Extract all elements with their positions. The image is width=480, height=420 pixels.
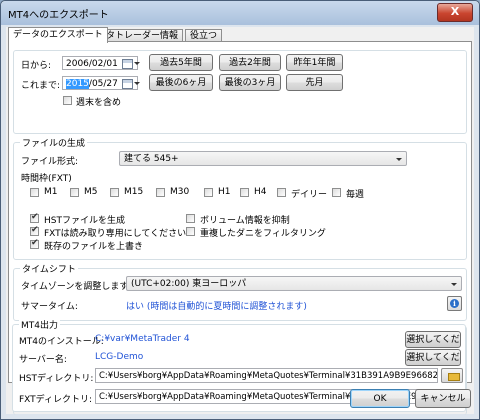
ok-button[interactable]: OK: [350, 389, 410, 408]
file-format-value: 建てる 545+: [124, 154, 179, 164]
dst-label: サマータイム:: [21, 302, 78, 312]
mt4-output-title: MT4出力: [19, 318, 60, 331]
fxt-dir-label: FXTディレクトリ:: [19, 395, 93, 405]
tab-data-export[interactable]: データのエクスポート: [8, 27, 108, 43]
timeframe-m15-label: M15: [124, 187, 144, 197]
chevron-down-icon: [451, 283, 457, 286]
timeframe-m15-checkbox[interactable]: [110, 188, 119, 197]
from-date-picker[interactable]: 2006/02/01: [62, 56, 140, 70]
overwrite-files-checkbox[interactable]: [30, 238, 39, 249]
timeframe-daily-checkbox[interactable]: [277, 188, 286, 197]
fxt-readonly-checkbox[interactable]: [30, 225, 39, 236]
date-range-group: 日から: 2006/02/01 過去5年間 過去2年間 昨年1年間 これまで: …: [13, 50, 467, 134]
cancel-button[interactable]: キャンセル: [415, 389, 471, 408]
title-bar[interactable]: MT4へのエクスポート X: [1, 1, 479, 25]
timeframes-label: 時間枠(FXT): [21, 174, 72, 184]
to-date-rest: /05/27: [88, 79, 118, 89]
window-title: MT4へのエクスポート: [8, 10, 109, 21]
timeframe-h1-checkbox[interactable]: [204, 188, 213, 197]
to-date-label: これまで:: [21, 81, 61, 91]
dialog-body: データのエクスポート メタトレーダー情報 役立つ 日から: 2006/02/01…: [6, 27, 474, 415]
last-2-years-button[interactable]: 過去2年間: [219, 54, 281, 71]
chevron-down-icon: [134, 62, 140, 65]
chevron-down-icon: [396, 158, 402, 161]
last-1-year-button[interactable]: 昨年1年間: [286, 54, 343, 71]
file-generation-group: ファイルの生成 ファイル形式: 建てる 545+ 時間枠(FXT) M1 M5 …: [13, 136, 467, 260]
to-date-picker[interactable]: 2015/05/27: [62, 76, 140, 90]
timeshift-title: タイムシフト: [20, 262, 78, 275]
file-generation-title: ファイルの生成: [20, 136, 88, 149]
include-weekends-checkbox[interactable]: [63, 96, 72, 105]
timeframe-m5-checkbox[interactable]: [70, 188, 79, 197]
timeframe-m1-checkbox[interactable]: [30, 188, 39, 197]
include-weekends-label: 週末を含め: [76, 98, 122, 108]
calendar-icon: [122, 59, 133, 69]
mt4-install-value: C:¥var¥MetaTrader 4: [95, 334, 190, 344]
export-dialog: MT4へのエクスポート X データのエクスポート メタトレーダー情報 役立つ 日…: [0, 0, 480, 420]
last-3-months-button[interactable]: 最後の3ヶ月: [219, 74, 281, 91]
generate-hst-checkbox[interactable]: [30, 212, 39, 223]
overwrite-files-label: 既存のファイルを上書き: [44, 242, 144, 252]
timezone-label: タイムゾーンを調整します。: [21, 282, 137, 292]
timeframe-m1-label: M1: [44, 187, 58, 197]
suppress-volume-checkbox[interactable]: [186, 214, 195, 223]
info-icon: i: [450, 299, 459, 308]
server-name-label: サーバー名:: [19, 355, 67, 365]
timeframe-weekly-label: 毎週: [346, 190, 365, 200]
last-6-months-button[interactable]: 最後の6ヶ月: [149, 74, 213, 91]
to-date-year-selected: 2015: [66, 79, 89, 89]
from-date-label: 日から:: [21, 61, 52, 71]
timeframe-m30-label: M30: [170, 187, 190, 197]
calendar-icon: [122, 79, 133, 89]
dst-info-button[interactable]: i: [447, 296, 462, 311]
select-install-button[interactable]: 選択してくだ: [405, 331, 461, 348]
dst-value: はい (時間は自動的に夏時間に調整されます): [126, 302, 307, 312]
file-format-select[interactable]: 建てる 545+: [119, 151, 407, 166]
timeframe-m5-label: M5: [84, 187, 98, 197]
file-format-label: ファイル形式:: [21, 157, 79, 167]
timeframe-m30-checkbox[interactable]: [156, 188, 165, 197]
timeshift-group: タイムシフト タイムゾーンを調整します。 (UTC+02:00) 東ヨーロッパ …: [13, 262, 467, 321]
timeframe-h1-label: H1: [218, 187, 231, 197]
from-date-value: 2006/02/01: [66, 59, 118, 69]
timeframe-h4-label: H4: [254, 187, 267, 197]
fxt-readonly-label: FXTは読み取り専用にしてください: [44, 229, 187, 239]
folder-icon: [448, 373, 460, 381]
suppress-volume-label: ボリューム情報を抑制: [200, 216, 290, 226]
last-month-button[interactable]: 先月: [286, 74, 343, 91]
browse-hst-button[interactable]: [441, 368, 463, 383]
filter-duplicate-ticks-checkbox[interactable]: [186, 227, 195, 236]
chevron-down-icon: [134, 82, 140, 85]
select-server-button[interactable]: 選択してくだ: [405, 349, 461, 366]
hst-dir-input[interactable]: C:¥Users¥borg¥AppData¥Roaming¥MetaQuotes…: [95, 368, 438, 383]
mt4-install-label: MT4のインストール:: [19, 337, 104, 347]
timezone-select[interactable]: (UTC+02:00) 東ヨーロッパ: [126, 276, 462, 291]
close-button[interactable]: X: [437, 3, 473, 22]
timezone-value: (UTC+02:00) 東ヨーロッパ: [131, 279, 247, 289]
timeframe-weekly-checkbox[interactable]: [332, 188, 341, 197]
server-name-value: LCG-Demo: [95, 352, 144, 362]
timeframe-daily-label: デイリー: [291, 190, 328, 200]
generate-hst-label: HSTファイルを生成: [44, 216, 125, 226]
filter-duplicate-ticks-label: 重複したダニをフィルタリング: [200, 229, 326, 239]
timeframe-h4-checkbox[interactable]: [240, 188, 249, 197]
last-5-years-button[interactable]: 過去5年間: [149, 54, 213, 71]
hst-dir-label: HSTディレクトリ:: [19, 374, 94, 384]
